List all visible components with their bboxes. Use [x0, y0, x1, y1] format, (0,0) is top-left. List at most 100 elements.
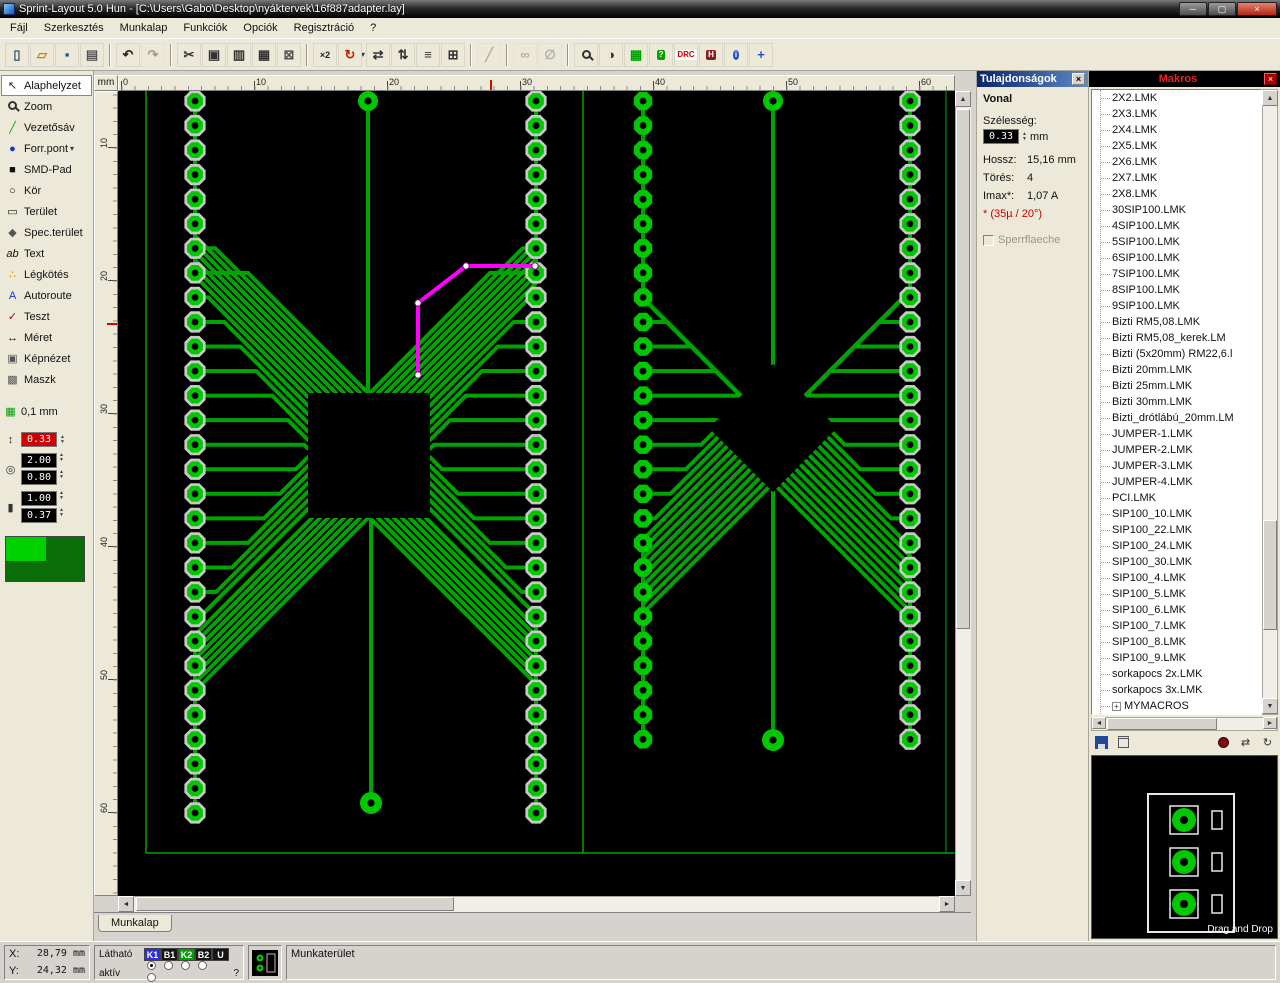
print-button[interactable]: ▤ — [80, 42, 104, 67]
snap-grid-button[interactable]: ⊞ — [441, 42, 466, 67]
layer-radio-b1[interactable] — [164, 961, 174, 970]
properties-close-button[interactable]: × — [1072, 73, 1085, 85]
macro-item-sip100-10-lmk[interactable]: SIP100_10.LMK — [1096, 506, 1261, 522]
macro-item-30sip100-lmk[interactable]: 30SIP100.LMK — [1096, 202, 1261, 218]
layer-help-link[interactable]: ? — [233, 968, 239, 979]
menu-item-[interactable]: ? — [362, 19, 384, 37]
macro-item-2x5-lmk[interactable]: 2X5.LMK — [1096, 138, 1261, 154]
tool-smd-pad[interactable]: ■ SMD-Pad — [1, 159, 92, 180]
layer-radio-k2[interactable] — [181, 961, 191, 970]
width-spinner[interactable]: ▲ ▼ — [1022, 131, 1027, 142]
test-button[interactable]: ? — [649, 42, 674, 67]
tool-teszt[interactable]: ✓ Teszt — [1, 306, 92, 327]
pad-diameter-spinner[interactable]: ▲ ▼ — [59, 453, 64, 468]
new-button[interactable]: ▯ — [5, 42, 29, 67]
scroll-up-button[interactable]: ▲ — [955, 91, 971, 107]
pcb-canvas[interactable] — [118, 91, 955, 896]
macro-save-button[interactable] — [1093, 735, 1110, 750]
solder-side-button[interactable]: ╱ — [477, 42, 502, 67]
redo-button[interactable]: ↷ — [141, 42, 165, 67]
macro-scroll-left-button[interactable]: ◄ — [1092, 717, 1106, 729]
tool-text[interactable]: ab Text — [1, 243, 92, 264]
track-width-spinner[interactable]: ▲ ▼ — [60, 434, 65, 445]
pad-drill-spinner[interactable]: ▲ ▼ — [59, 470, 64, 485]
solder-pad-dropdown-arrow[interactable]: ▾ — [70, 144, 74, 153]
horizontal-scrollbar[interactable]: ◄ ► — [118, 896, 955, 912]
menu-item-f-jl[interactable]: Fájl — [2, 19, 36, 37]
layer-chip-k1[interactable]: K1 — [144, 948, 161, 961]
layer-radio-k1[interactable] — [147, 961, 157, 970]
tool-ter-let[interactable]: ▭ Terület — [1, 201, 92, 222]
maximize-button[interactable]: ▢ — [1208, 2, 1236, 16]
macro-item-pci-lmk[interactable]: PCI.LMK — [1096, 490, 1261, 506]
macro-item-7sip100-lmk[interactable]: 7SIP100.LMK — [1096, 266, 1261, 282]
layer-chip-b2[interactable]: B2 — [195, 948, 212, 961]
macro-item-sip100-22-lmk[interactable]: SIP100_22.LMK — [1096, 522, 1261, 538]
width-value[interactable]: 0.33 — [983, 129, 1019, 144]
macro-item-sip100-4-lmk[interactable]: SIP100_4.LMK — [1096, 570, 1261, 586]
macro-item-sip100-5-lmk[interactable]: SIP100_5.LMK — [1096, 586, 1261, 602]
macro-hscroll-thumb[interactable] — [1107, 718, 1217, 730]
macro-item-jumper-3-lmk[interactable]: JUMPER-3.LMK — [1096, 458, 1261, 474]
smd-height-spinner[interactable]: ▲ ▼ — [59, 508, 64, 523]
layer-chip-k2[interactable]: K2 — [178, 948, 195, 961]
layer-radio-b2[interactable] — [198, 961, 208, 970]
track-width-value[interactable]: 0.33 — [21, 432, 57, 447]
macro-item-bizti-30mm-lmk[interactable]: Bizti 30mm.LMK — [1096, 394, 1261, 410]
cut-button[interactable]: ✂ — [177, 42, 201, 67]
macro-group-mymacros[interactable]: + MYMACROS — [1096, 698, 1261, 714]
pad-drill-value[interactable]: 0.80 — [21, 470, 57, 485]
macro-item-sip100-7-lmk[interactable]: SIP100_7.LMK — [1096, 618, 1261, 634]
macro-item-bizti-25mm-lmk[interactable]: Bizti 25mm.LMK — [1096, 378, 1261, 394]
scroll-left-button[interactable]: ◄ — [118, 896, 134, 912]
vertical-scrollbar[interactable]: ▲ ▼ — [955, 91, 971, 896]
macro-item-bizti-rm5-08-lmk[interactable]: Bizti RM5,08.LMK — [1096, 314, 1261, 330]
grid-setting[interactable]: ▦ 0,1 mm — [3, 405, 90, 419]
tool-alaphelyzet[interactable]: ↖ Alaphelyzet — [1, 75, 92, 96]
save-button[interactable]: ▪ — [55, 42, 79, 67]
macro-list-hscrollbar[interactable]: ◄ ► — [1091, 717, 1278, 731]
macro-item-bizti-20mm-lmk[interactable]: Bizti 20mm.LMK — [1096, 362, 1261, 378]
macro-item-bizti-dr-tl-b-20mm-lm[interactable]: Bizti_drótlábú_20mm.LM — [1096, 410, 1261, 426]
tool-vezet-s-v[interactable]: ╱ Vezetősáv — [1, 117, 92, 138]
menu-item-opci-k[interactable]: Opciók — [235, 19, 285, 37]
sperrflaeche-checkbox[interactable] — [983, 234, 994, 246]
tab-munkalap[interactable]: Munkalap — [98, 915, 172, 932]
vertical-scroll-thumb[interactable] — [956, 109, 970, 629]
smd-width-spinner[interactable]: ▲ ▼ — [59, 491, 64, 506]
delete-button[interactable]: ⊠ — [277, 42, 301, 67]
tool-l-gk-t-s[interactable]: ∴ Légkötés — [1, 264, 92, 285]
tool-maszk[interactable]: ▩ Maszk — [1, 369, 92, 390]
paste-button[interactable]: ▥ — [227, 42, 251, 67]
horizontal-scroll-thumb[interactable] — [136, 897, 454, 911]
tool-k-r[interactable]: ○ Kör — [1, 180, 92, 201]
hpgl-button[interactable]: H — [699, 42, 724, 67]
smd-width-value[interactable]: 1.00 — [21, 491, 57, 506]
minimize-button[interactable]: ─ — [1179, 2, 1207, 16]
drc-button[interactable]: DRC — [674, 42, 699, 67]
macro-item-2x2-lmk[interactable]: 2X2.LMK — [1096, 90, 1261, 106]
link-button[interactable]: ∞ — [513, 42, 538, 67]
macro-item-jumper-1-lmk[interactable]: JUMPER-1.LMK — [1096, 426, 1261, 442]
rotate-button[interactable]: ↻ — [338, 42, 362, 67]
unlink-button[interactable]: ∅ — [538, 42, 563, 67]
macro-item-sip100-9-lmk[interactable]: SIP100_9.LMK — [1096, 650, 1261, 666]
macro-item-sorkapocs-3x-lmk[interactable]: sorkapocs 3x.LMK — [1096, 682, 1261, 698]
macro-item-5sip100-lmk[interactable]: 5SIP100.LMK — [1096, 234, 1261, 250]
info-button[interactable]: i — [724, 42, 749, 67]
mirror-horizontal-button[interactable]: ⇄ — [366, 42, 391, 67]
macro-item-sorkapocs-2x-lmk[interactable]: sorkapocs 2x.LMK — [1096, 666, 1261, 682]
macro-record-button[interactable] — [1215, 735, 1232, 750]
layer-grid-button[interactable]: ▦ — [624, 42, 649, 67]
tool-k-pn-zet[interactable]: ▣ Képnézet — [1, 348, 92, 369]
macro-item-6sip100-lmk[interactable]: 6SIP100.LMK — [1096, 250, 1261, 266]
tool-spec-ter-let[interactable]: ◆ Spec.terület — [1, 222, 92, 243]
macro-item-jumper-4-lmk[interactable]: JUMPER-4.LMK — [1096, 474, 1261, 490]
macro-item-sip100-24-lmk[interactable]: SIP100_24.LMK — [1096, 538, 1261, 554]
macro-item-bizti-5x20mm-rm22-6-l[interactable]: Bizti (5x20mm) RM22,6.l — [1096, 346, 1261, 362]
capture-button[interactable]: + — [749, 42, 774, 67]
open-button[interactable]: ▱ — [30, 42, 54, 67]
macro-item-sip100-6-lmk[interactable]: SIP100_6.LMK — [1096, 602, 1261, 618]
macro-list-scrollbar[interactable]: ▲ ▼ — [1262, 89, 1278, 715]
menu-item-regisztr-ci[interactable]: Regisztráció — [286, 19, 363, 37]
